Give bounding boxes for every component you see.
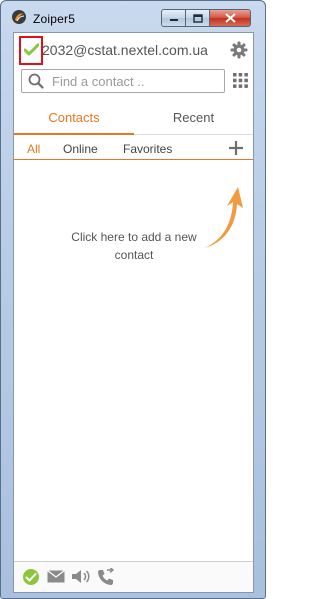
- gear-icon[interactable]: [230, 41, 248, 59]
- close-button[interactable]: [209, 9, 251, 27]
- search-box[interactable]: [21, 69, 225, 93]
- arrow-swoosh-icon: [204, 187, 243, 248]
- check-icon: [24, 43, 39, 56]
- maximize-icon: [192, 13, 203, 23]
- window-title: Zoiper5: [33, 12, 76, 26]
- search-icon: [28, 73, 44, 89]
- close-icon: [224, 13, 236, 23]
- minimize-button[interactable]: [161, 9, 185, 27]
- account-status-button[interactable]: [19, 36, 43, 65]
- maximize-button[interactable]: [185, 9, 209, 27]
- message-icon[interactable]: [47, 570, 65, 583]
- caption-buttons: [161, 9, 251, 29]
- minimize-icon: [169, 19, 178, 21]
- tab-contacts[interactable]: Contacts: [14, 103, 134, 135]
- status-bar: [14, 561, 253, 592]
- search-row: [14, 69, 253, 97]
- filter-favorites[interactable]: Favorites: [123, 142, 172, 156]
- filter-online[interactable]: Online: [63, 142, 98, 156]
- filter-all[interactable]: All: [27, 142, 40, 156]
- speaker-icon[interactable]: [71, 569, 90, 584]
- search-input[interactable]: [52, 72, 222, 90]
- main-tabs: Contacts Recent: [14, 103, 253, 135]
- client-area: 2032@cstat.nextel.com.ua Find a contact …: [13, 32, 254, 593]
- contact-filters: All Online Favorites: [14, 136, 253, 160]
- account-row: 2032@cstat.nextel.com.ua: [14, 33, 253, 69]
- call-forward-icon[interactable]: [97, 568, 115, 586]
- dialpad-icon[interactable]: [233, 73, 248, 88]
- account-name[interactable]: 2032@cstat.nextel.com.ua: [42, 42, 208, 58]
- add-contact-hint[interactable]: Click here to add a new contact: [64, 228, 204, 264]
- zoiper-logo-icon: [12, 10, 26, 24]
- app-window: Zoiper5 2032@cstat.nextel.com.ua Find a …: [0, 0, 266, 599]
- status-online-icon[interactable]: [22, 568, 40, 586]
- add-contact-icon[interactable]: [228, 140, 244, 156]
- contacts-list[interactable]: Click here to add a new contact: [14, 160, 253, 560]
- title-bar[interactable]: Zoiper5: [1, 1, 265, 31]
- tab-recent[interactable]: Recent: [134, 103, 253, 135]
